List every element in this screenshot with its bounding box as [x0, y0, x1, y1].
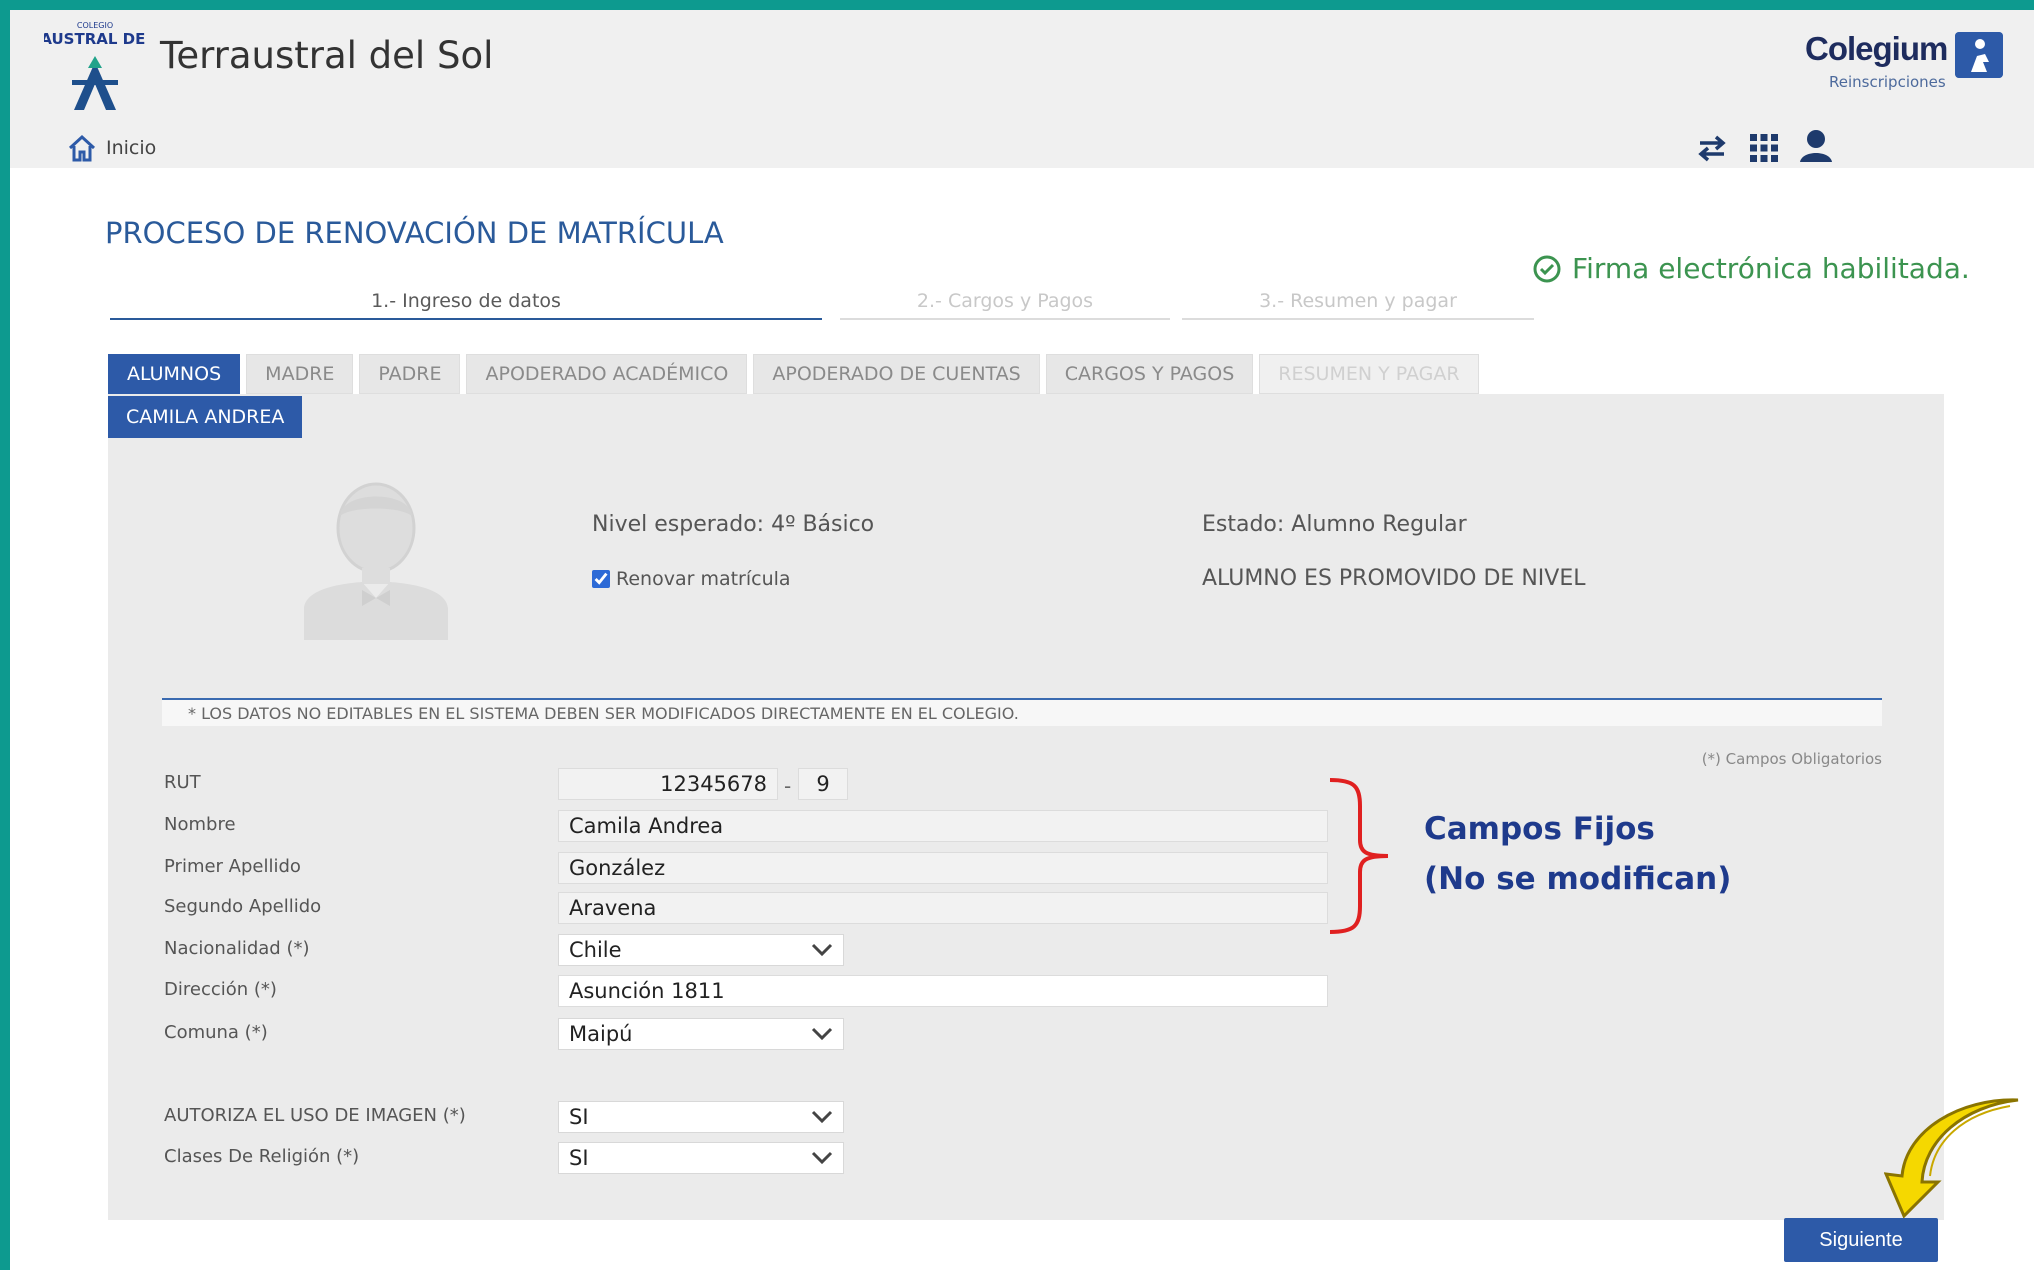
required-fields-note: (*) Campos Obligatorios	[1701, 750, 1882, 768]
imagen-label: AUTORIZA EL USO DE IMAGEN (*)	[164, 1105, 466, 1126]
brand-person-icon	[1955, 32, 2003, 78]
comuna-select[interactable]: Maipú	[558, 1018, 844, 1050]
step-ingreso-datos: 1.- Ingreso de datos	[110, 290, 822, 320]
annotation-line-1: Campos Fijos	[1424, 811, 1655, 847]
student-tab[interactable]: CAMILA ANDREA	[108, 396, 303, 438]
nacionalidad-label: Nacionalidad (*)	[164, 938, 310, 959]
breadcrumb-home[interactable]: Inicio	[106, 137, 156, 159]
chevron-down-icon	[811, 1110, 833, 1124]
svg-text:TERRAUSTRAL DEL SOL: TERRAUSTRAL DEL SOL	[44, 30, 146, 48]
tab-alumnos[interactable]: ALUMNOS	[108, 354, 241, 394]
brand-name: Colegium	[1805, 30, 1948, 67]
student-panel: CAMILA ANDREA Nivel esperado: 4º Básico …	[108, 394, 1944, 1220]
non-editable-note: * LOS DATOS NO EDITABLES EN EL SISTEMA D…	[188, 704, 1019, 723]
school-logo: COLEGIO TERRAUSTRAL DEL SOL	[44, 21, 146, 110]
rut-number: 12345678	[660, 772, 767, 796]
tab-resumen-pagar: RESUMEN Y PAGAR	[1259, 354, 1479, 394]
curly-brace-annotation	[1329, 778, 1389, 934]
primer-apellido-label: Primer Apellido	[164, 856, 301, 877]
apps-grid-icon[interactable]	[1748, 132, 1780, 164]
campos-fijos-annotation: Campos Fijos (No se modifican)	[1424, 804, 1731, 904]
religion-select[interactable]: SI	[558, 1142, 844, 1174]
primer-apellido-value: González	[569, 856, 666, 880]
direccion-label: Dirección (*)	[164, 979, 277, 1000]
chevron-down-icon	[811, 943, 833, 957]
rut-number-field: 12345678	[558, 768, 778, 800]
check-circle-icon	[1533, 255, 1561, 282]
nacionalidad-select[interactable]: Chile	[558, 934, 844, 966]
direccion-input[interactable]: Asunción 1811	[558, 975, 1328, 1007]
avatar-placeholder-icon	[304, 482, 448, 640]
siguiente-button[interactable]: Siguiente	[1784, 1218, 1938, 1262]
nivel-esperado: Nivel esperado: 4º Básico	[592, 512, 875, 537]
renovar-checkbox[interactable]	[592, 570, 610, 588]
direccion-value: Asunción 1811	[569, 979, 725, 1003]
school-name: Terraustral del Sol	[160, 34, 494, 77]
estado-alumno: Estado: Alumno Regular	[1202, 512, 1467, 537]
firma-text: Firma electrónica habilitada.	[1572, 252, 1970, 285]
chevron-down-icon	[811, 1027, 833, 1041]
rut-dv-field: 9	[798, 768, 848, 800]
tab-madre[interactable]: MADRE	[246, 354, 354, 394]
brand-subtitle: Reinscripciones	[1829, 73, 1946, 91]
tab-apoderado-cuentas[interactable]: APODERADO DE CUENTAS	[753, 354, 1040, 394]
step-label: 3.- Resumen y pagar	[1259, 290, 1457, 312]
firma-status: Firma electrónica habilitada.	[1532, 252, 1970, 285]
step-resumen-pagar: 3.- Resumen y pagar	[1182, 290, 1534, 320]
tab-apoderado-academico[interactable]: APODERADO ACADÉMICO	[466, 354, 748, 394]
step-cargos-pagos: 2.- Cargos y Pagos	[840, 290, 1170, 320]
religion-label: Clases De Religión (*)	[164, 1146, 360, 1167]
renovar-label: Renovar matrícula	[616, 568, 791, 590]
promovido-status: ALUMNO ES PROMOVIDO DE NIVEL	[1202, 566, 1586, 591]
top-header: COLEGIO TERRAUSTRAL DEL SOL Terraustral …	[10, 10, 2034, 168]
step-label: 2.- Cargos y Pagos	[916, 290, 1094, 312]
nacionalidad-value: Chile	[569, 938, 622, 962]
tab-padre[interactable]: PADRE	[359, 354, 461, 394]
comuna-label: Comuna (*)	[164, 1022, 268, 1043]
segundo-apellido-label: Segundo Apellido	[164, 896, 322, 917]
renovar-matricula[interactable]: Renovar matrícula	[592, 568, 791, 590]
step-label: 1.- Ingreso de datos	[371, 290, 561, 312]
comuna-value: Maipú	[569, 1022, 633, 1046]
chevron-down-icon	[811, 1151, 833, 1165]
rut-label: RUT	[164, 772, 201, 793]
annotation-line-2: (No se modifican)	[1424, 861, 1732, 897]
svg-text:COLEGIO: COLEGIO	[77, 21, 113, 30]
imagen-select[interactable]: SI	[558, 1101, 844, 1133]
segundo-apellido-value: Aravena	[569, 896, 657, 920]
app-window: COLEGIO TERRAUSTRAL DEL SOL Terraustral …	[10, 10, 2034, 1270]
home-icon[interactable]	[66, 132, 98, 164]
colegium-brand: Colegium Reinscripciones	[1805, 30, 2005, 96]
nombre-label: Nombre	[164, 814, 236, 835]
switch-icon[interactable]	[1696, 132, 1728, 164]
rut-dv: 9	[816, 772, 830, 796]
segundo-apellido-field: Aravena	[558, 892, 1328, 924]
tab-cargos-pagos[interactable]: CARGOS Y PAGOS	[1045, 354, 1254, 394]
user-icon[interactable]	[1798, 128, 1834, 164]
imagen-value: SI	[569, 1105, 589, 1129]
arrow-annotation-icon	[1884, 1098, 2019, 1218]
page-title: PROCESO DE RENOVACIÓN DE MATRÍCULA	[105, 216, 724, 250]
section-tabs: ALUMNOS MADRE PADRE APODERADO ACADÉMICO …	[108, 354, 1479, 394]
nombre-field: Camila Andrea	[558, 810, 1328, 842]
nombre-value: Camila Andrea	[569, 814, 724, 838]
primer-apellido-field: González	[558, 852, 1328, 884]
rut-dash: -	[784, 774, 792, 798]
religion-value: SI	[569, 1146, 589, 1170]
